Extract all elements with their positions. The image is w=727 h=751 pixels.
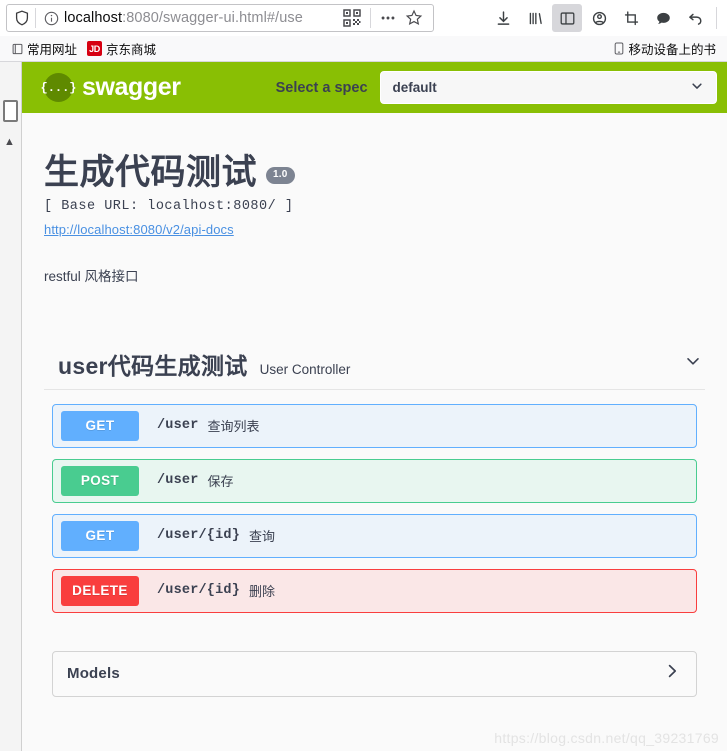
api-title-text: 生成代码测试 [44, 153, 258, 192]
info-icon[interactable] [43, 10, 59, 26]
folder-icon [11, 42, 23, 55]
chat-bubble-icon[interactable] [648, 4, 678, 32]
swagger-wordmark: swagger [82, 73, 181, 101]
url-text[interactable]: localhost:8080/swagger-ui.html#/use [59, 10, 337, 26]
operation-summary: 查询列表 [207, 419, 260, 435]
operation-path: /user/{id} [157, 528, 241, 544]
library-icon[interactable] [520, 4, 550, 32]
bookmark-label: 京东商城 [106, 43, 157, 57]
api-description: restful 风格接口 [44, 268, 139, 284]
version-badge: 1.0 [266, 167, 295, 184]
bookmark-label: 移动设备上的书 [628, 43, 716, 57]
operation-row[interactable]: GET /user/{id} 查询 [52, 513, 697, 558]
mobile-device-icon [613, 42, 624, 56]
addressbar-divider-2 [370, 8, 371, 28]
screenshot-icon[interactable] [616, 4, 646, 32]
operation-summary: 删除 [249, 584, 276, 600]
account-icon[interactable] [584, 4, 614, 32]
operation-path: /user/{id} [157, 583, 241, 599]
spec-select-dropdown[interactable]: default [379, 71, 717, 104]
spec-select-value: default [392, 80, 437, 95]
operation-row[interactable]: POST /user 保存 [52, 458, 697, 503]
api-info-block: 生成代码测试 1.0 [ Base URL: localhost:8080/ ]… [44, 113, 705, 285]
select-spec-label: Select a spec [275, 79, 368, 96]
toolbar-divider [716, 7, 717, 29]
swagger-content: 生成代码测试 1.0 [ Base URL: localhost:8080/ ]… [22, 113, 727, 697]
operations-list: GET /user 查询列表 POST /user 保存 GET /user/{… [44, 390, 705, 613]
http-method-badge: DELETE [61, 575, 139, 606]
addressbar-divider [35, 8, 36, 28]
bookmark-label: 常用网址 [27, 43, 78, 57]
browser-chrome: localhost:8080/swagger-ui.html#/use 常用网址… [0, 0, 727, 62]
bookmark-item-mobile[interactable]: 移动设备上的书 [608, 37, 721, 60]
http-method-badge: GET [61, 520, 139, 551]
undo-arrow-icon[interactable] [680, 4, 710, 32]
url-path: :8080/swagger-ui.html#/use [122, 10, 303, 26]
browser-sidebar-strip[interactable]: ▲ [0, 62, 22, 751]
address-bar[interactable]: localhost:8080/swagger-ui.html#/use [6, 4, 434, 32]
operation-summary: 查询 [249, 529, 276, 545]
chevron-down-icon [690, 79, 704, 96]
chevron-right-icon[interactable] [662, 661, 682, 686]
swagger-logo[interactable]: {...} swagger [41, 73, 181, 102]
swagger-topbar: {...} swagger Select a spec default [22, 62, 727, 113]
chevron-down-icon[interactable] [683, 351, 703, 376]
tag-section-user: user代码生成测试 User Controller GET /user 查询列… [44, 347, 705, 613]
tag-name: user代码生成测试 [58, 352, 248, 379]
shield-icon[interactable] [13, 10, 30, 27]
operation-path: /user [157, 473, 199, 489]
http-method-badge: POST [61, 465, 139, 496]
page-viewport: ▲ {...} swagger Select a spec default 生成… [0, 62, 727, 751]
sidebar-toggle-icon[interactable] [552, 4, 582, 32]
base-url-text: [ Base URL: localhost:8080/ ] [44, 198, 294, 214]
watermark-text: https://blog.csdn.net/qq_39231769 [494, 730, 719, 746]
page-title: 生成代码测试 1.0 [44, 153, 705, 192]
operation-row[interactable]: GET /user 查询列表 [52, 403, 697, 448]
download-icon[interactable] [488, 4, 518, 32]
tag-header[interactable]: user代码生成测试 User Controller [44, 347, 705, 390]
chevron-up-icon[interactable]: ▲ [4, 137, 15, 148]
bookmark-item-common-sites[interactable]: 常用网址 [6, 37, 82, 60]
swagger-braces-icon: {...} [41, 73, 77, 102]
url-host: localhost [64, 10, 123, 26]
models-header[interactable]: Models [52, 650, 697, 697]
tag-description: User Controller [259, 361, 351, 377]
api-docs-link[interactable]: http://localhost:8080/v2/api-docs [44, 222, 234, 237]
bookmarks-mobile-group: 移动设备上的书 [608, 37, 721, 60]
models-title: Models [67, 665, 120, 683]
bookmark-item-jd[interactable]: JD 京东商城 [82, 37, 161, 60]
page-actions-icon[interactable] [375, 6, 401, 30]
bookmark-star-icon[interactable] [401, 6, 427, 30]
navigation-toolbar: localhost:8080/swagger-ui.html#/use [0, 0, 727, 36]
sidebar-panel-icon[interactable] [3, 100, 18, 122]
swagger-ui-page: {...} swagger Select a spec default 生成代码… [22, 62, 727, 751]
operation-summary: 保存 [207, 474, 234, 490]
jd-logo-icon: JD [87, 41, 103, 56]
qr-code-icon[interactable] [342, 9, 361, 28]
toolbar-buttons [488, 4, 723, 32]
models-section: Models [44, 650, 705, 697]
operation-row[interactable]: DELETE /user/{id} 删除 [52, 568, 697, 613]
operation-path: /user [157, 418, 199, 434]
http-method-badge: GET [61, 410, 139, 441]
bookmarks-bar: 常用网址 JD 京东商城 移动设备上的书 [0, 36, 727, 61]
